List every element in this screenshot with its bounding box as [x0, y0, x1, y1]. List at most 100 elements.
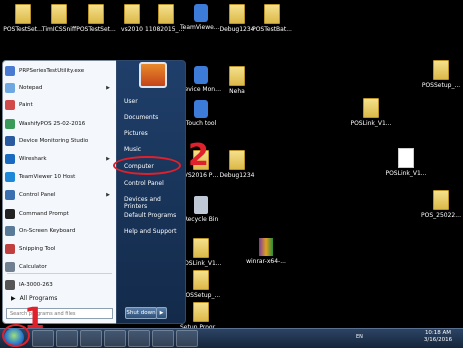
start-menu-place-item[interactable]: Control Panel [124, 180, 164, 187]
program-label: IA-3000-263 [19, 282, 53, 288]
app-icon [194, 66, 208, 84]
program-item[interactable]: Wireshark ▶ [5, 152, 113, 166]
folder-icon [433, 60, 449, 80]
start-highlight-oval [2, 324, 30, 347]
program-label: On-Screen Keyboard [19, 228, 76, 234]
taskbar-explorer-button[interactable] [56, 330, 78, 347]
desktop-icon[interactable]: Touch tool [180, 100, 222, 127]
folder-icon [88, 4, 104, 24]
desktop-icon[interactable]: POSLink_V1... [180, 238, 222, 267]
program-item[interactable]: Calculator [5, 260, 113, 274]
desktop-icon[interactable]: POS_25022... [420, 190, 462, 219]
desktop-icon[interactable]: POSSetup_... [180, 270, 222, 299]
program-label: WashifyPOS 25-02-2016 [19, 121, 86, 127]
folder-icon [229, 66, 245, 86]
program-icon [5, 226, 15, 236]
program-icon [5, 100, 15, 110]
recycle-icon [194, 196, 208, 214]
desktop-icon-label: POSLink_V1... [180, 260, 222, 267]
clock-date: 3/16/2016 [423, 337, 453, 343]
search-input[interactable]: Search programs and files [6, 308, 113, 319]
desktop-icon[interactable]: Recycle Bin [180, 196, 222, 223]
desktop-icon[interactable]: POSLink_V1... [385, 148, 427, 177]
taskbar-app-button[interactable] [176, 330, 198, 347]
taskbar-app-button[interactable] [128, 330, 150, 347]
desktop-icon-label: Touch tool [185, 120, 217, 127]
program-icon [5, 172, 15, 182]
desktop-icon[interactable]: Setup Program_DLL [180, 302, 222, 331]
folder-icon [229, 150, 245, 170]
desktop-icon[interactable]: Neha [216, 66, 258, 95]
start-menu: PRPSeriesTestUtility.exe Notepad ▶ Paint Was… [2, 60, 186, 324]
program-label: Control Panel [19, 192, 56, 198]
start-menu-place-item[interactable]: Default Programs [124, 212, 176, 219]
program-item[interactable]: Control Panel ▶ [5, 188, 113, 202]
start-menu-place-item[interactable]: Music [124, 146, 141, 153]
start-menu-place-item[interactable]: Pictures [124, 130, 148, 137]
desktop-icon[interactable]: POSTestBat... [251, 4, 293, 33]
program-item[interactable]: PRPSeriesTestUtility.exe [5, 64, 113, 78]
desktop-icon[interactable]: Debug1234 [216, 150, 258, 179]
folder-icon [193, 238, 209, 258]
taskbar-app-button[interactable] [104, 330, 126, 347]
program-item[interactable]: WashifyPOS 25-02-2016 [5, 117, 113, 131]
taskbar-ie-button[interactable] [32, 330, 54, 347]
shutdown-options-button[interactable]: ▶ [156, 307, 167, 319]
program-icon [5, 136, 15, 146]
taskbar-media-button[interactable] [80, 330, 102, 347]
program-item[interactable]: Command Prompt [5, 207, 113, 221]
desktop-icon[interactable]: winrar-x64-... [245, 238, 287, 265]
program-label: Calculator [19, 264, 47, 270]
zip-icon [259, 238, 273, 256]
all-programs-label: All Programs [19, 295, 58, 302]
program-label: TeamViewer 10 Host [19, 174, 76, 180]
program-icon [5, 280, 15, 290]
all-programs-button[interactable]: ▶ All Programs [5, 293, 113, 304]
start-menu-programs-pane: PRPSeriesTestUtility.exe Notepad ▶ Paint Was… [2, 60, 117, 324]
computer-highlight-oval [113, 156, 181, 175]
start-menu-place-item[interactable]: User [124, 98, 138, 105]
program-label: Device Monitoring Studio [19, 138, 89, 144]
desktop-icon-label: Debug1234 [219, 172, 255, 179]
program-icon [5, 154, 15, 164]
desktop-icon-label: POSLink_V1... [385, 170, 427, 177]
app-icon [194, 100, 208, 118]
desktop-icon-label: POS_25022... [421, 212, 461, 219]
start-menu-place-item[interactable]: Devices and Printers [124, 196, 182, 210]
submenu-arrow-icon[interactable]: ▶ [106, 192, 110, 198]
shutdown-button[interactable]: Shut down [125, 307, 157, 319]
program-item[interactable]: Notepad ▶ [5, 81, 113, 95]
language-indicator[interactable]: EN [356, 334, 363, 340]
user-picture[interactable] [139, 62, 167, 88]
program-item[interactable]: On-Screen Keyboard [5, 224, 113, 238]
desktop-icon-label: POSTestBat... [252, 26, 292, 33]
folder-icon [51, 4, 67, 24]
desktop-icon[interactable]: POSSetup_... [420, 60, 462, 89]
taskbar-app-button[interactable] [152, 330, 174, 347]
program-label: Notepad [19, 85, 43, 91]
folder-icon [229, 4, 245, 24]
program-label: Snipping Tool [19, 246, 56, 252]
desktop-icon-label: TimICSSniff [41, 26, 77, 33]
program-icon [5, 190, 15, 200]
desktop-icon-label: POSLink_V1... [350, 120, 392, 127]
program-item[interactable]: Device Monitoring Studio [5, 134, 113, 148]
clock[interactable]: 10:18 AM 3/16/2016 [418, 330, 458, 344]
program-item[interactable]: Snipping Tool [5, 242, 113, 256]
folder-icon [158, 4, 174, 24]
folder-icon [15, 4, 31, 24]
desktop-icon[interactable]: TimICSSniff [38, 4, 80, 33]
program-item[interactable]: Paint [5, 98, 113, 112]
start-menu-place-item[interactable]: Help and Support [124, 228, 177, 235]
program-item[interactable]: TeamViewer 10 Host [5, 170, 113, 184]
start-menu-place-item[interactable]: Documents [124, 114, 158, 121]
program-item[interactable]: IA-3000-263 [5, 278, 113, 292]
desktop-icon-label: POSSetup_... [181, 292, 221, 299]
annotation-step-2: 2 [188, 138, 209, 173]
program-icon [5, 66, 15, 76]
submenu-arrow-icon[interactable]: ▶ [106, 156, 110, 162]
desktop-icon[interactable]: POSLink_V1... [350, 98, 392, 127]
program-icon [5, 244, 15, 254]
clock-time: 10:18 AM [424, 330, 452, 336]
submenu-arrow-icon[interactable]: ▶ [106, 85, 110, 91]
